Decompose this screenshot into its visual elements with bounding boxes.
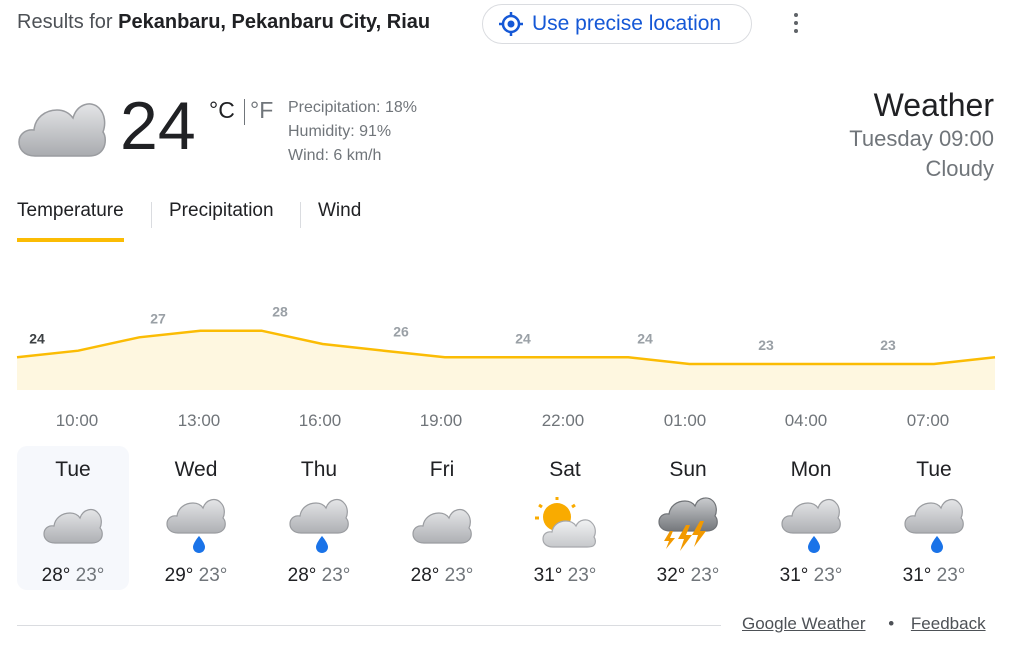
- temperature-chart: 24 27 28 26 24 24 23 23 10:00 13:00 16:00 19:00 22:0…: [16, 304, 996, 430]
- footer-divider: [17, 625, 721, 626]
- chart-point-label: 26: [393, 324, 409, 340]
- forecast-temp-range: 31° 23°: [878, 565, 990, 587]
- chart-point-label: 24: [637, 330, 653, 346]
- forecast-low: 23°: [316, 565, 351, 586]
- forecast-day-name: Fri: [429, 458, 455, 481]
- location-target-icon: [499, 12, 523, 36]
- forecast-low: 23°: [685, 565, 720, 586]
- partly-cloudy-icon: [533, 497, 597, 555]
- weather-title: Weather: [873, 87, 994, 123]
- forecast-day-mon[interactable]: Mon 31° 23°: [755, 446, 867, 590]
- forecast-temp-range: 31° 23°: [755, 565, 867, 587]
- tab-temperature[interactable]: Temperature: [17, 200, 124, 242]
- forecast-day-name: Mon: [790, 458, 832, 481]
- weather-datetime: Tuesday 09:00: [849, 126, 994, 151]
- results-prefix: Results for: [17, 11, 113, 33]
- forecast-temp-range: 31° 23°: [509, 565, 621, 587]
- chart-time-label: 04:00: [785, 411, 828, 430]
- forecast-temp-range: 28° 23°: [263, 565, 375, 587]
- current-details: Precipitation: 18% Humidity: 91% Wind: 6…: [288, 96, 417, 168]
- wind-detail: Wind: 6 km/h: [288, 147, 382, 164]
- forecast-temp-range: 32° 23°: [632, 565, 744, 587]
- forecast-day-name: Tue: [55, 458, 91, 481]
- tab-divider: [300, 202, 301, 228]
- forecast-temp-range: 28° 23°: [17, 565, 129, 587]
- thunderstorm-icon: [656, 497, 720, 555]
- forecast-day-tue[interactable]: Tue 31° 23°: [878, 446, 990, 590]
- forecast-high: 32°: [656, 565, 686, 586]
- forecast-low: 23°: [439, 565, 474, 586]
- forecast-day-name: Thu: [300, 458, 338, 481]
- weather-condition: Cloudy: [925, 156, 994, 181]
- forecast-day-name: Wed: [174, 458, 218, 481]
- unit-divider: [244, 99, 245, 125]
- daily-forecast: Tue 28° 23° Wed 29° 23° Thu 28° 23° Fri 28° 23°…: [17, 446, 997, 590]
- more-options-icon[interactable]: [784, 8, 808, 38]
- feedback-link[interactable]: Feedback: [911, 614, 986, 633]
- forecast-day-fri[interactable]: Fri 28° 23°: [386, 446, 498, 590]
- weather-summary: Weather Tuesday 09:00 Cloudy: [849, 86, 994, 184]
- tab-divider: [151, 202, 152, 228]
- forecast-high: 28°: [410, 565, 440, 586]
- chart-point-label: 24: [515, 330, 531, 346]
- chart-time-label: 16:00: [299, 411, 342, 430]
- current-temperature: 24: [120, 88, 196, 164]
- footer-separator: •: [888, 614, 895, 633]
- forecast-temp-range: 29° 23°: [140, 565, 252, 587]
- forecast-high: 31°: [902, 565, 932, 586]
- tab-precipitation[interactable]: Precipitation: [169, 200, 274, 242]
- chart-time-label: 07:00: [907, 411, 950, 430]
- results-heading: Results for Pekanbaru, Pekanbaru City, R…: [17, 11, 430, 34]
- forecast-low: 23°: [931, 565, 966, 586]
- forecast-day-name: Sun: [669, 458, 707, 481]
- chart-time-label: 01:00: [664, 411, 707, 430]
- chart-time-label: 10:00: [56, 411, 99, 430]
- cloudy-icon: [18, 103, 106, 157]
- forecast-high: 29°: [164, 565, 194, 586]
- chart-time-label: 22:00: [542, 411, 585, 430]
- forecast-day-sat[interactable]: Sat 31° 23°: [509, 446, 621, 590]
- chart-time-label: 19:00: [420, 411, 463, 430]
- cloudy-icon: [41, 497, 105, 555]
- footer-links: Google Weather • Feedback: [742, 614, 986, 634]
- forecast-day-name: Sat: [549, 458, 581, 481]
- forecast-day-tue[interactable]: Tue 28° 23°: [17, 446, 129, 590]
- forecast-day-name: Tue: [916, 458, 952, 481]
- forecast-low: 23°: [193, 565, 228, 586]
- chart-point-label: 27: [150, 310, 166, 326]
- forecast-day-sun[interactable]: Sun 32° 23°: [632, 446, 744, 590]
- forecast-day-thu[interactable]: Thu 28° 23°: [263, 446, 375, 590]
- celsius-unit-toggle[interactable]: °C: [209, 97, 235, 124]
- rain-icon: [287, 497, 351, 555]
- use-precise-location-button[interactable]: Use precise location: [482, 4, 752, 44]
- rain-icon: [902, 497, 966, 555]
- forecast-high: 31°: [779, 565, 809, 586]
- forecast-low: 23°: [562, 565, 597, 586]
- chart-point-label: 23: [880, 337, 896, 353]
- chart-point-label: 23: [758, 337, 774, 353]
- tab-wind[interactable]: Wind: [318, 200, 361, 242]
- forecast-high: 28°: [41, 565, 71, 586]
- chart-time-label: 13:00: [178, 411, 221, 430]
- forecast-low: 23°: [808, 565, 843, 586]
- chart-point-label: 24: [29, 330, 45, 346]
- forecast-temp-range: 28° 23°: [386, 565, 498, 587]
- fahrenheit-unit-toggle[interactable]: °F: [250, 97, 273, 124]
- temperature-area: [17, 330, 995, 390]
- forecast-low: 23°: [70, 565, 105, 586]
- precipitation-detail: Precipitation: 18%: [288, 99, 417, 116]
- forecast-high: 28°: [287, 565, 317, 586]
- location-name: Pekanbaru, Pekanbaru City, Riau: [118, 11, 431, 33]
- google-weather-link[interactable]: Google Weather: [742, 614, 865, 633]
- rain-icon: [164, 497, 228, 555]
- cloudy-icon: [410, 497, 474, 555]
- humidity-detail: Humidity: 91%: [288, 123, 392, 140]
- use-precise-location-label: Use precise location: [532, 12, 722, 35]
- chart-point-label: 28: [272, 304, 288, 320]
- rain-icon: [779, 497, 843, 555]
- forecast-high: 31°: [533, 565, 563, 586]
- forecast-day-wed[interactable]: Wed 29° 23°: [140, 446, 252, 590]
